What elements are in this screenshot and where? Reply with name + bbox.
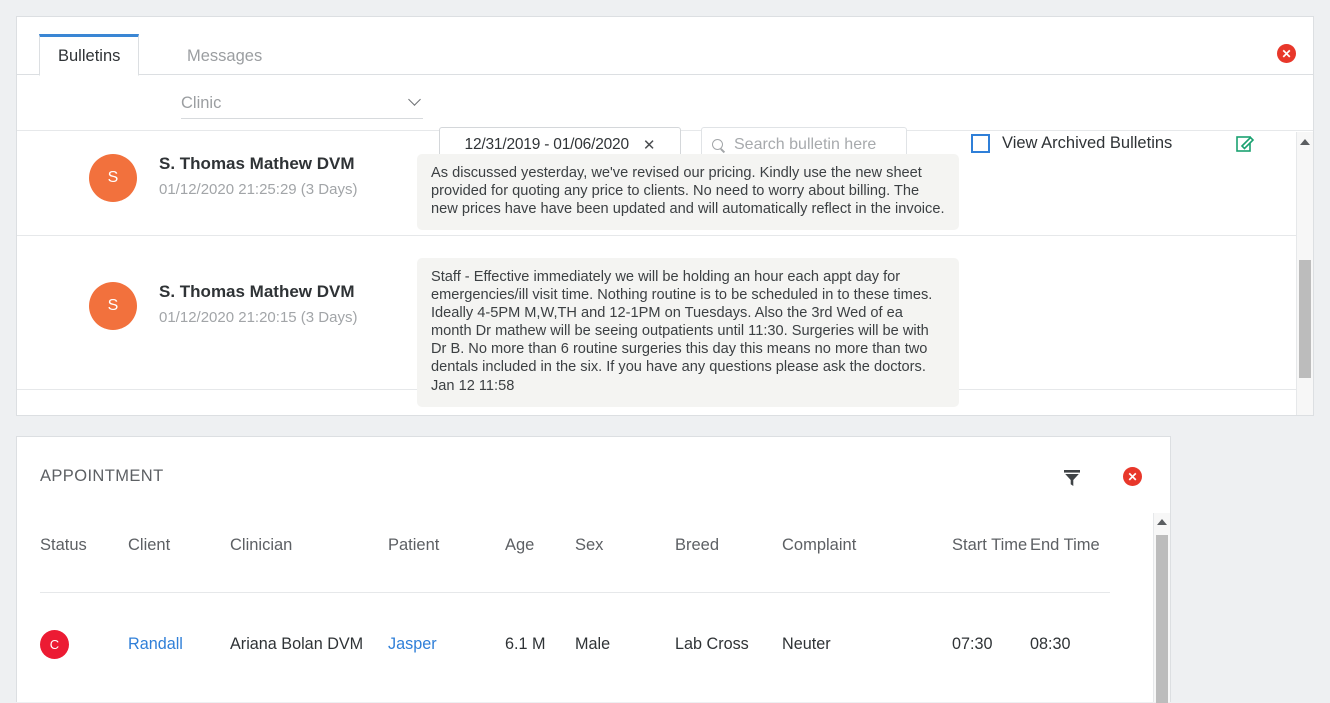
- scroll-up-arrow-icon[interactable]: [1157, 519, 1167, 525]
- bulletins-panel: Bulletins Messages ✕ Clinic 12/31/2019 -…: [16, 16, 1314, 416]
- column-header-client[interactable]: Client: [128, 533, 230, 593]
- cell-end-time: 08:30: [1030, 592, 1110, 671]
- avatar: S: [89, 154, 137, 202]
- chevron-down-icon: [408, 93, 421, 106]
- bulletin-message-text: As discussed yesterday, we've revised ou…: [431, 165, 945, 217]
- bulletins-scrollbar[interactable]: [1296, 132, 1313, 415]
- tab-bulletins[interactable]: Bulletins: [39, 34, 140, 76]
- cell-client: Randall: [128, 592, 230, 671]
- column-header-complaint[interactable]: Complaint: [782, 533, 952, 593]
- bulletin-timestamp: 01/12/2020 21:25:29 (3 Days): [159, 181, 358, 198]
- appointment-close-button[interactable]: ✕: [1123, 467, 1142, 486]
- clinic-select[interactable]: Clinic: [181, 89, 423, 119]
- appointment-table: Status Client Clinician Patient Age Sex …: [40, 533, 1110, 671]
- appointment-scrollbar-thumb[interactable]: [1156, 535, 1168, 703]
- bulletin-item[interactable]: S S. Thomas Mathew DVM 01/12/2020 21:25:…: [17, 132, 1313, 236]
- bulletin-message: As discussed yesterday, we've revised ou…: [417, 154, 959, 230]
- bulletin-author: S. Thomas Mathew DVM: [159, 154, 355, 173]
- table-row[interactable]: C Randall Ariana Bolan DVM Jasper 6.1 M …: [40, 592, 1110, 671]
- bulletin-message-stamp: Jan 12 11:58: [431, 378, 515, 394]
- table-header-row: Status Client Clinician Patient Age Sex …: [40, 533, 1110, 593]
- avatar: S: [89, 282, 137, 330]
- appointment-scrollbar[interactable]: [1153, 513, 1170, 703]
- tab-bulletins-label: Bulletins: [58, 46, 121, 65]
- column-header-sex[interactable]: Sex: [575, 533, 675, 593]
- avatar-initial: S: [107, 297, 119, 314]
- cell-complaint: Neuter: [782, 592, 952, 671]
- bulletin-timestamp: 01/12/2020 21:20:15 (3 Days): [159, 309, 358, 326]
- bulletin-message-text: Staff - Effective immediately we will be…: [431, 269, 933, 375]
- cell-age: 6.1 M: [505, 592, 575, 671]
- status-badge-label: C: [49, 637, 60, 653]
- column-header-age[interactable]: Age: [505, 533, 575, 593]
- page-title: APPOINTMENT: [40, 467, 164, 485]
- bulletins-scrollbar-thumb[interactable]: [1299, 260, 1311, 378]
- column-header-end-time[interactable]: End Time: [1030, 533, 1110, 593]
- cell-start-time: 07:30: [952, 592, 1030, 671]
- cell-breed: Lab Cross: [675, 592, 782, 671]
- cell-sex: Male: [575, 592, 675, 671]
- close-icon: ✕: [1127, 469, 1138, 484]
- status-badge[interactable]: C: [40, 630, 69, 660]
- column-header-patient[interactable]: Patient: [388, 533, 505, 593]
- appointment-panel: APPOINTMENT ✕ Status Client Clinician Pa…: [16, 436, 1171, 703]
- tab-messages-label: Messages: [187, 46, 263, 65]
- bulletin-item[interactable]: S S. Thomas Mathew DVM 01/12/2020 21:20:…: [17, 236, 1313, 407]
- bulletins-toolbar: Clinic: [17, 75, 1313, 131]
- filter-button[interactable]: [1061, 467, 1083, 489]
- bulletin-meta: S. Thomas Mathew DVM 01/12/2020 21:20:15…: [159, 282, 417, 326]
- cell-status: C: [40, 592, 128, 671]
- scroll-up-arrow-icon[interactable]: [1300, 139, 1310, 145]
- filter-icon: [1064, 470, 1080, 486]
- avatar-initial: S: [107, 169, 119, 186]
- client-link[interactable]: Randall: [128, 635, 183, 653]
- column-header-clinician[interactable]: Clinician: [230, 533, 388, 593]
- bulletin-list: S S. Thomas Mathew DVM 01/12/2020 21:25:…: [17, 132, 1313, 415]
- cell-clinician: Ariana Bolan DVM: [230, 592, 388, 671]
- column-header-status[interactable]: Status: [40, 533, 128, 593]
- close-icon: ✕: [1281, 46, 1292, 61]
- bulletin-message: Staff - Effective immediately we will be…: [417, 258, 959, 407]
- cell-patient: Jasper: [388, 592, 505, 671]
- bulletin-meta: S. Thomas Mathew DVM 01/12/2020 21:25:29…: [159, 154, 417, 198]
- bulletin-author: S. Thomas Mathew DVM: [159, 282, 355, 301]
- column-header-breed[interactable]: Breed: [675, 533, 782, 593]
- patient-link[interactable]: Jasper: [388, 635, 437, 653]
- column-header-start-time[interactable]: Start Time: [952, 533, 1030, 593]
- tab-messages[interactable]: Messages: [169, 35, 280, 77]
- bulletins-tabstrip: Bulletins Messages ✕: [17, 17, 1313, 77]
- clinic-select-value: Clinic: [181, 94, 222, 112]
- bulletins-close-button[interactable]: ✕: [1277, 44, 1296, 63]
